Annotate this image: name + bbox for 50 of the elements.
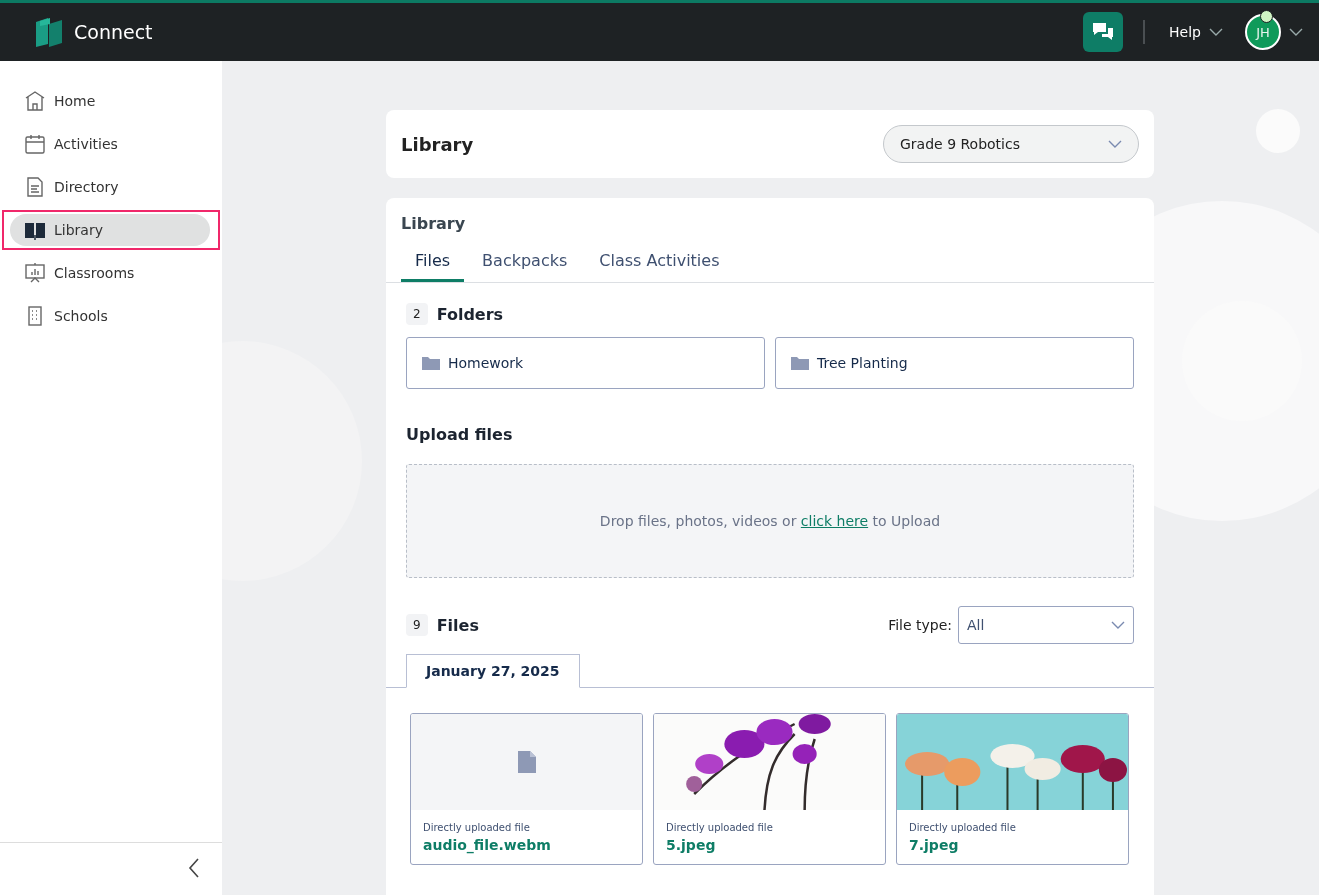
caret-icon	[1209, 28, 1223, 36]
nav-item[interactable]: Schools	[10, 300, 210, 332]
chat-bubbles-icon	[1091, 21, 1116, 43]
help-menu[interactable]: Help	[1169, 24, 1223, 40]
document-icon	[24, 176, 46, 198]
folder-item[interactable]: Tree Planting	[775, 337, 1134, 389]
board-icon	[24, 262, 46, 284]
nav-item[interactable]: Home	[10, 85, 210, 117]
filter-label: File type:	[888, 617, 952, 633]
file-name: 5.jpeg	[666, 837, 717, 853]
folder-icon	[791, 356, 809, 370]
tab[interactable]: Backpacks	[468, 243, 582, 282]
section-title: Folders	[436, 304, 504, 324]
drop-zone[interactable]: Drop files, photos, videos or click here to Upload	[406, 464, 1134, 578]
calendar-icon	[24, 133, 46, 155]
file-icon	[516, 750, 537, 774]
count-badge: 2	[406, 303, 428, 325]
tab[interactable]: Class Activities	[585, 243, 734, 282]
caret-icon	[1108, 140, 1122, 148]
upload-instruction: Drop files, photos, videos or click here to Upload	[599, 513, 941, 529]
upload-link[interactable]: click here	[800, 513, 869, 529]
file-caption: Directly uploaded file	[666, 822, 774, 833]
file-name: audio_file.webm	[423, 837, 552, 853]
chat-button[interactable]	[1083, 12, 1124, 52]
file-type-select[interactable]: All	[958, 606, 1134, 644]
caret-icon	[1111, 621, 1125, 629]
tab[interactable]: Files	[401, 243, 465, 282]
file-card[interactable]: Directly uploaded file audio_file.webm	[410, 713, 643, 865]
section-title: Files	[436, 615, 479, 635]
file-caption: Directly uploaded file	[423, 822, 531, 833]
section-title: Upload files	[406, 424, 514, 446]
home-icon	[24, 90, 46, 112]
date-tab[interactable]: January 27, 2025	[406, 654, 580, 688]
file-card[interactable]: Directly uploaded file 7.jpeg	[896, 713, 1129, 865]
nav-item[interactable]: Directory	[10, 171, 210, 203]
file-caption: Directly uploaded file	[909, 822, 1017, 833]
app-name: Connect	[74, 21, 153, 43]
file-card[interactable]: Directly uploaded file 5.jpeg	[653, 713, 886, 865]
section-title: Library	[400, 214, 467, 233]
nav-item[interactable]: Library	[10, 214, 210, 246]
caret-icon[interactable]	[1289, 28, 1303, 36]
count-badge: 9	[406, 614, 428, 636]
nav-item[interactable]: Activities	[10, 128, 210, 160]
folder-icon	[422, 356, 440, 370]
book-logo-icon	[34, 16, 64, 48]
folder-item[interactable]: Homework	[406, 337, 765, 389]
class-select[interactable]: Grade 9 Robotics	[883, 125, 1139, 163]
file-name: 7.jpeg	[909, 837, 960, 853]
nav-item[interactable]: Classrooms	[10, 257, 210, 289]
page-title: Library	[401, 133, 474, 155]
